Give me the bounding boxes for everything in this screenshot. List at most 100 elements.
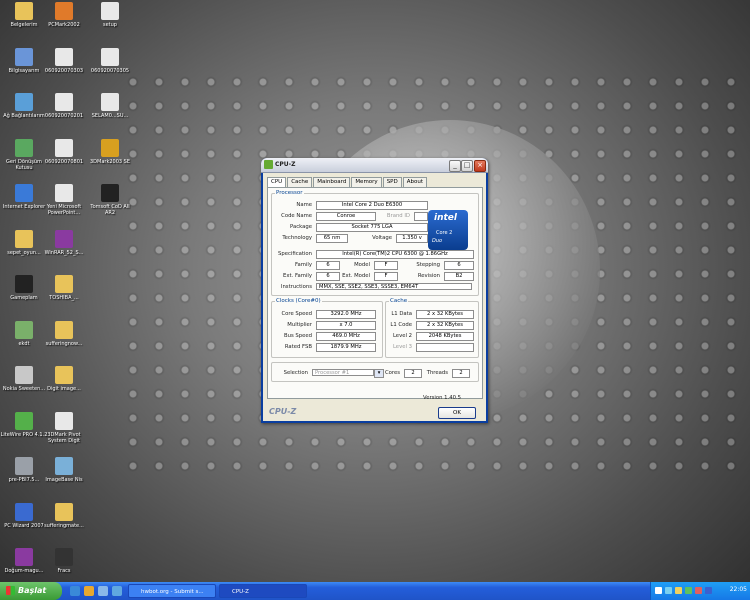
app-icon <box>15 502 33 521</box>
desktop-icon[interactable]: Yeni Microsoft PowerPoint... <box>40 184 88 216</box>
voltage-label: Voltage <box>372 235 392 241</box>
close-button[interactable]: × <box>474 160 486 172</box>
desktop-icon[interactable]: 060920070201 <box>40 93 88 119</box>
tab-spd[interactable]: SPD <box>382 177 402 187</box>
tab-strip: CPU Cache Mainboard Memory SPD About <box>267 177 428 188</box>
desktop-icon-label: 3DMark Pivot System Digit <box>47 431 81 444</box>
desktop-icon[interactable]: 060920070305 <box>86 47 134 74</box>
name-label: Name <box>296 202 312 208</box>
folder-icon <box>55 275 73 293</box>
package-label: Package <box>290 224 312 230</box>
maximize-button[interactable]: □ <box>461 160 473 172</box>
processor-legend: Processor <box>276 190 303 196</box>
cpu-panel: Processor Name Intel Core 2 Duo E6300 Co… <box>267 187 483 399</box>
network-tray-icon[interactable] <box>665 587 672 594</box>
level-3-value <box>416 343 474 352</box>
desktop-icon[interactable]: 3DMark2003 SE <box>86 138 134 165</box>
start-label: Başlat <box>18 586 47 595</box>
ok-button[interactable]: OK <box>438 407 476 419</box>
folder-icon <box>55 366 73 384</box>
desktop-icon[interactable]: Fracs <box>40 548 88 574</box>
eraser-icon <box>15 320 33 339</box>
ie-quicklaunch-icon[interactable] <box>70 586 80 596</box>
app-icon <box>101 184 119 202</box>
desktop-icon[interactable]: TOSHIBA_... <box>40 275 88 301</box>
app-icon <box>55 548 73 566</box>
desktop-icon[interactable]: Tomsoft CoD All AR2 <box>86 184 134 216</box>
l1-data-label: L1 Data <box>391 311 412 317</box>
ext-model-label: Ext. Model <box>342 273 370 279</box>
brandid-value <box>414 212 428 221</box>
folder-icon <box>15 2 33 20</box>
tray-icon[interactable] <box>675 587 682 594</box>
language-icon[interactable] <box>655 587 662 594</box>
cache-legend: Cache <box>390 298 408 304</box>
window-titlebar[interactable]: CPU-Z _ □ × <box>261 158 488 173</box>
desktop-icon[interactable]: ImageBase Nis <box>40 457 88 483</box>
revision-label: Revision <box>417 273 440 279</box>
technology-value: 65 nm <box>316 234 348 243</box>
core-speed-label: Core Speed <box>281 311 312 317</box>
outlook-quicklaunch-icon[interactable] <box>84 586 94 596</box>
start-button[interactable]: Başlat <box>0 582 62 600</box>
desktop-icon[interactable]: 060920070303 <box>40 47 88 74</box>
desktop-icon[interactable]: setup <box>86 2 134 28</box>
desktop-icon-label: sufferingmate... <box>44 522 84 529</box>
desktop-icon[interactable]: sufferingnow... <box>40 320 88 347</box>
multiplier-value: x 7.0 <box>316 321 376 330</box>
taskbar: Başlat hwbot.org - Submit s... CPU-Z 22:… <box>0 582 750 600</box>
specification-value: Intel(R) Core(TM)2 CPU 6300 @ 1.86GHz <box>316 250 474 259</box>
desktop-icon[interactable]: sufferingmate... <box>40 502 88 529</box>
threads-label: Threads <box>426 370 448 376</box>
desktop-icon[interactable]: 060920070801 <box>40 138 88 165</box>
threads-value: 2 <box>452 369 470 378</box>
taskbar-item-hwbot[interactable]: hwbot.org - Submit s... <box>128 584 216 598</box>
window-title: CPU-Z <box>275 161 296 168</box>
tab-cache[interactable]: Cache <box>287 177 313 187</box>
game-icon <box>15 275 33 293</box>
document-icon <box>55 47 73 66</box>
rated-fsb-value: 1879.9 MHz <box>316 343 376 352</box>
desktop-icon[interactable]: PCMark2002 <box>40 2 88 28</box>
desktop-icon-label: Yeni Microsoft PowerPoint... <box>46 204 82 216</box>
cpuz-window: CPU-Z _ □ × CPU Cache Mainboard Memory S… <box>261 158 488 423</box>
rated-fsb-label: Rated FSB <box>284 344 312 350</box>
clocks-legend: Clocks (Core#0) <box>276 298 321 304</box>
tray-icon[interactable] <box>685 587 692 594</box>
desktop-icon[interactable]: Digit image... <box>40 366 88 392</box>
desktop-icon-label: sufferingnow... <box>45 340 83 347</box>
model-value: F <box>374 261 398 270</box>
desktop-icon[interactable]: 3DMark Pivot System Digit <box>40 411 88 444</box>
window-body: CPU Cache Mainboard Memory SPD About Pro… <box>263 173 486 421</box>
bluetooth-icon[interactable] <box>705 587 712 594</box>
tab-memory[interactable]: Memory <box>351 177 382 187</box>
specification-label: Specification <box>277 251 312 257</box>
app-icon <box>101 138 119 157</box>
level-3-label: Level 3 <box>392 344 412 350</box>
l1-code-value: 2 x 32 KBytes <box>416 321 474 330</box>
taskbar-item-cpuz[interactable]: CPU-Z <box>219 584 307 598</box>
tab-about[interactable]: About <box>402 177 427 187</box>
media-player-icon[interactable] <box>112 586 122 596</box>
tray-icon[interactable] <box>695 587 702 594</box>
folder-icon <box>55 320 73 339</box>
desktop-icon-label: 3DMark2003 SE <box>89 158 130 165</box>
instructions-label: Instructions <box>280 284 312 290</box>
cpuz-app-icon <box>264 160 273 169</box>
desktop-icon-label: 060920070201 <box>44 113 84 119</box>
document-icon <box>101 47 119 66</box>
document-icon <box>55 138 73 157</box>
tab-mainboard[interactable]: Mainboard <box>313 177 351 187</box>
stepping-value: 6 <box>444 261 474 270</box>
setup-icon <box>101 2 119 20</box>
desktop-icon[interactable]: WinRAR_52_S... <box>40 229 88 256</box>
desktop-icon-label: 060920070801 <box>44 158 84 165</box>
intel-core2-duo-logo: intel Core 2 Duo <box>428 210 468 250</box>
processor-select[interactable]: Processor #1 <box>312 369 374 376</box>
powerpoint-icon <box>55 184 73 202</box>
package-value: Socket 775 LGA <box>316 223 428 232</box>
show-desktop-icon[interactable] <box>98 586 108 596</box>
minimize-button[interactable]: _ <box>449 160 461 172</box>
desktop-icon[interactable]: SELAM0...SU... <box>86 93 134 119</box>
archive-icon <box>15 548 33 566</box>
